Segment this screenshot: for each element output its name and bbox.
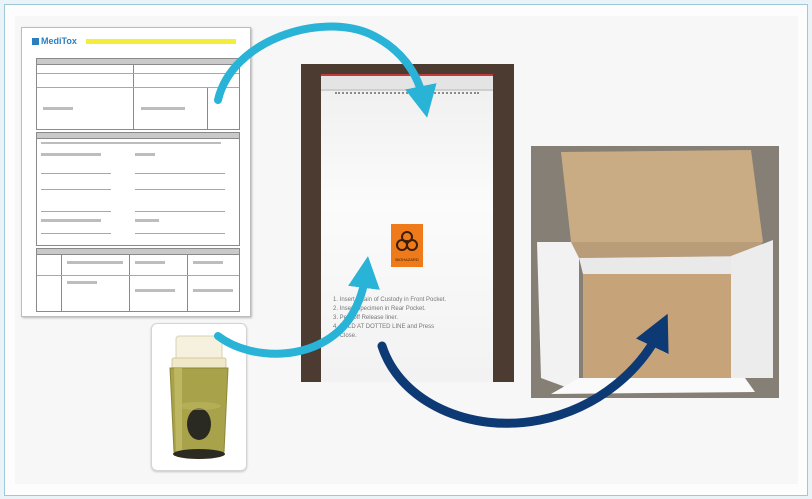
arrow-bag-to-box <box>377 313 669 428</box>
arrow-container-to-bag <box>214 256 380 358</box>
arrows-overlay <box>214 22 669 428</box>
arrow-form-to-bag <box>214 22 437 118</box>
